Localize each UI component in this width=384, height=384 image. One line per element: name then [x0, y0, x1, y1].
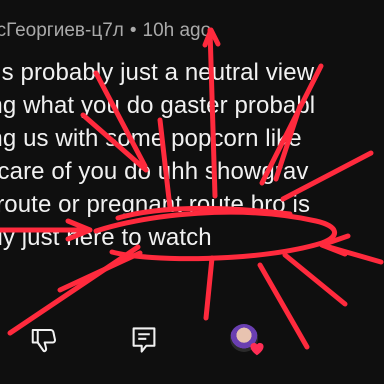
meta-separator: •: [129, 20, 137, 41]
comment-author[interactable]: асГеоргиев-ц7л: [0, 20, 124, 41]
comment-line: ing what you do gaster probabl: [0, 92, 316, 119]
reply-icon: [132, 327, 156, 353]
comment-header: асГеоргиев-ц7л• 10h ago: [0, 19, 211, 43]
comment-line: l route or pregnant route bro is: [0, 191, 311, 218]
comment-timestamp[interactable]: 10h ago: [143, 20, 212, 41]
reply-button[interactable]: [124, 316, 164, 364]
comment-line: l is probably just a neutral view: [0, 59, 315, 86]
comment-body: l is probably just a neutral view ing wh…: [0, 56, 384, 254]
comment-line: bly just here to watch: [0, 224, 212, 251]
creator-heart[interactable]: [222, 316, 270, 364]
thumbs-down-icon: [31, 329, 57, 353]
creator-heart-badge: [226, 320, 266, 360]
comment-line: ing us with some popcorn like: [0, 125, 302, 152]
dislike-button[interactable]: [24, 316, 64, 364]
heart-icon: [250, 342, 264, 356]
comment-action-bar: [0, 316, 384, 364]
comment-screenshot: асГеоргиев-ц7л• 10h ago l is probably jus…: [0, 0, 384, 384]
comment-line: t care of you do uhh showgrav: [0, 158, 309, 185]
